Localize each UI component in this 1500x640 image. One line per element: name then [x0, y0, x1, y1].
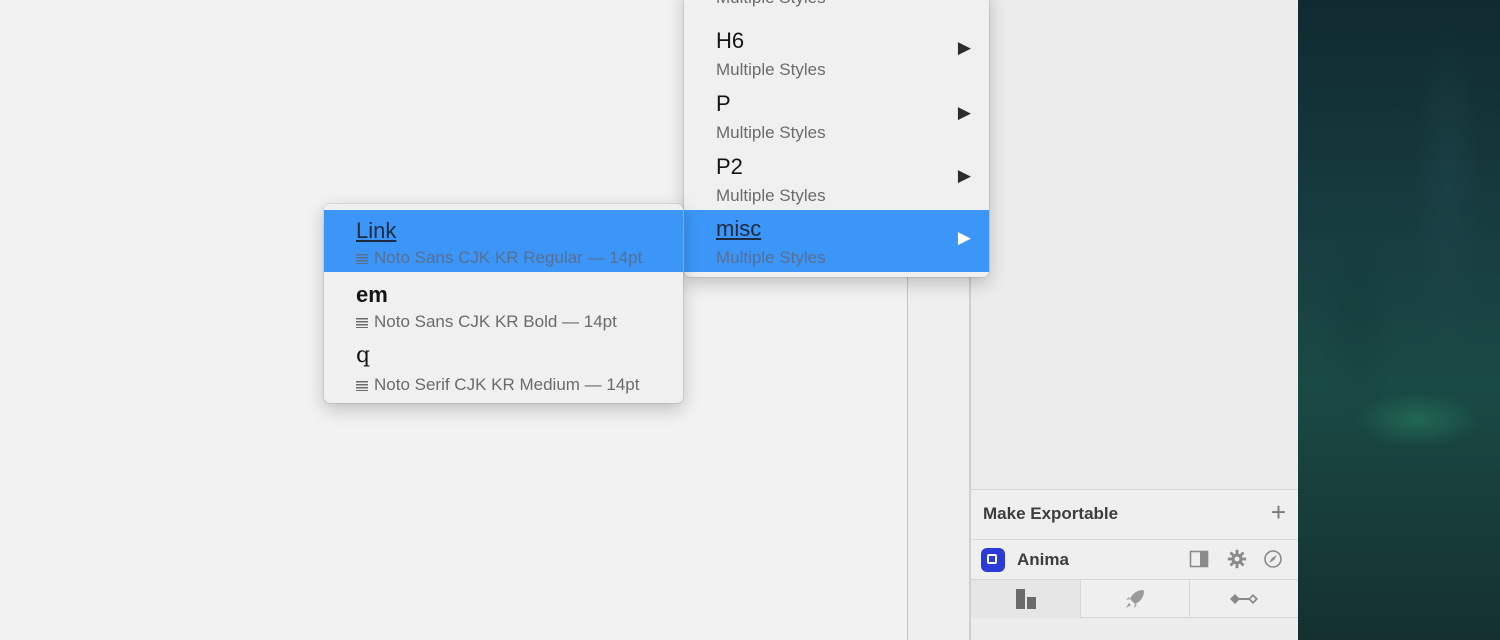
menu-item-title: P	[716, 91, 731, 116]
menu-item-h6[interactable]: H6 Multiple Styles ▶	[684, 22, 989, 85]
submenu-item-link[interactable]: Link Noto Sans CJK KR Regular — 14pt	[324, 210, 683, 272]
submenu-arrow-icon: ▶	[957, 38, 971, 57]
menu-item-misc[interactable]: misc Multiple Styles ▶	[684, 210, 989, 272]
panel-toggle-icon[interactable]	[1189, 549, 1209, 569]
anima-tabs	[971, 580, 1298, 618]
rocket-icon	[1126, 590, 1144, 608]
add-export-button[interactable]: +	[1271, 499, 1286, 525]
menu-item-p[interactable]: P Multiple Styles ▶	[684, 85, 989, 148]
menu-item-subtitle: Multiple Styles	[716, 60, 826, 79]
menu-item-title: P2	[716, 154, 743, 179]
menu-item-subtitle: Multiple Styles	[716, 186, 826, 205]
misc-submenu: Link Noto Sans CJK KR Regular — 14pt em …	[324, 204, 683, 403]
submenu-arrow-icon: ▶	[957, 103, 971, 122]
background-photo	[1298, 0, 1500, 640]
make-exportable-title: Make Exportable	[983, 504, 1119, 523]
menu-item-title: misc	[716, 216, 762, 241]
launch-tab[interactable]	[1080, 580, 1189, 618]
layout-tab[interactable]	[971, 580, 1080, 618]
submenu-arrow-icon: ▶	[957, 166, 971, 185]
menu-item-subtitle: Multiple Styles	[716, 0, 826, 8]
gear-icon[interactable]	[1227, 549, 1247, 569]
paragraph-icon	[356, 380, 368, 391]
submenu-item-font-text: Noto Serif CJK KR Medium — 14pt	[374, 375, 640, 394]
submenu-item-font-text: Noto Sans CJK KR Regular — 14pt	[374, 248, 643, 267]
layout-icon	[1015, 589, 1036, 609]
compass-icon[interactable]	[1263, 549, 1283, 569]
inspector-panel: Make Exportable + Anima	[970, 0, 1298, 640]
anima-plugin-bar: Anima	[971, 540, 1298, 580]
paragraph-icon	[356, 253, 368, 264]
keyframe-icon	[1230, 594, 1258, 604]
submenu-item-em[interactable]: em Noto Sans CJK KR Bold — 14pt	[324, 272, 683, 335]
menu-item-subtitle: Multiple Styles	[716, 123, 826, 142]
menu-item-title: H6	[716, 28, 745, 53]
submenu-item-title: Link	[356, 218, 397, 243]
paragraph-icon	[356, 317, 368, 328]
submenu-item-title: q	[356, 343, 371, 368]
submenu-item-font: Noto Serif CJK KR Medium — 14pt	[356, 375, 639, 395]
submenu-item-title: em	[356, 282, 388, 307]
text-style-menu: Multiple Styles H6 Multiple Styles ▶ P M…	[684, 0, 989, 277]
submenu-item-font: Noto Sans CJK KR Bold — 14pt	[356, 312, 617, 332]
submenu-arrow-icon: ▶	[957, 228, 971, 247]
menu-item-p2[interactable]: P2 Multiple Styles ▶	[684, 148, 989, 210]
anima-logo-icon	[981, 548, 1005, 572]
anima-plugin-name: Anima	[1017, 550, 1069, 569]
submenu-item-font: Noto Sans CJK KR Regular — 14pt	[356, 248, 642, 268]
submenu-item-font-text: Noto Sans CJK KR Bold — 14pt	[374, 312, 617, 331]
menu-item-previous[interactable]: Multiple Styles	[684, 0, 989, 14]
make-exportable-section: Make Exportable +	[971, 489, 1298, 540]
submenu-item-q[interactable]: q Noto Serif CJK KR Medium — 14pt	[324, 335, 683, 398]
menu-item-subtitle: Multiple Styles	[716, 248, 826, 267]
timeline-tab[interactable]	[1189, 580, 1298, 618]
